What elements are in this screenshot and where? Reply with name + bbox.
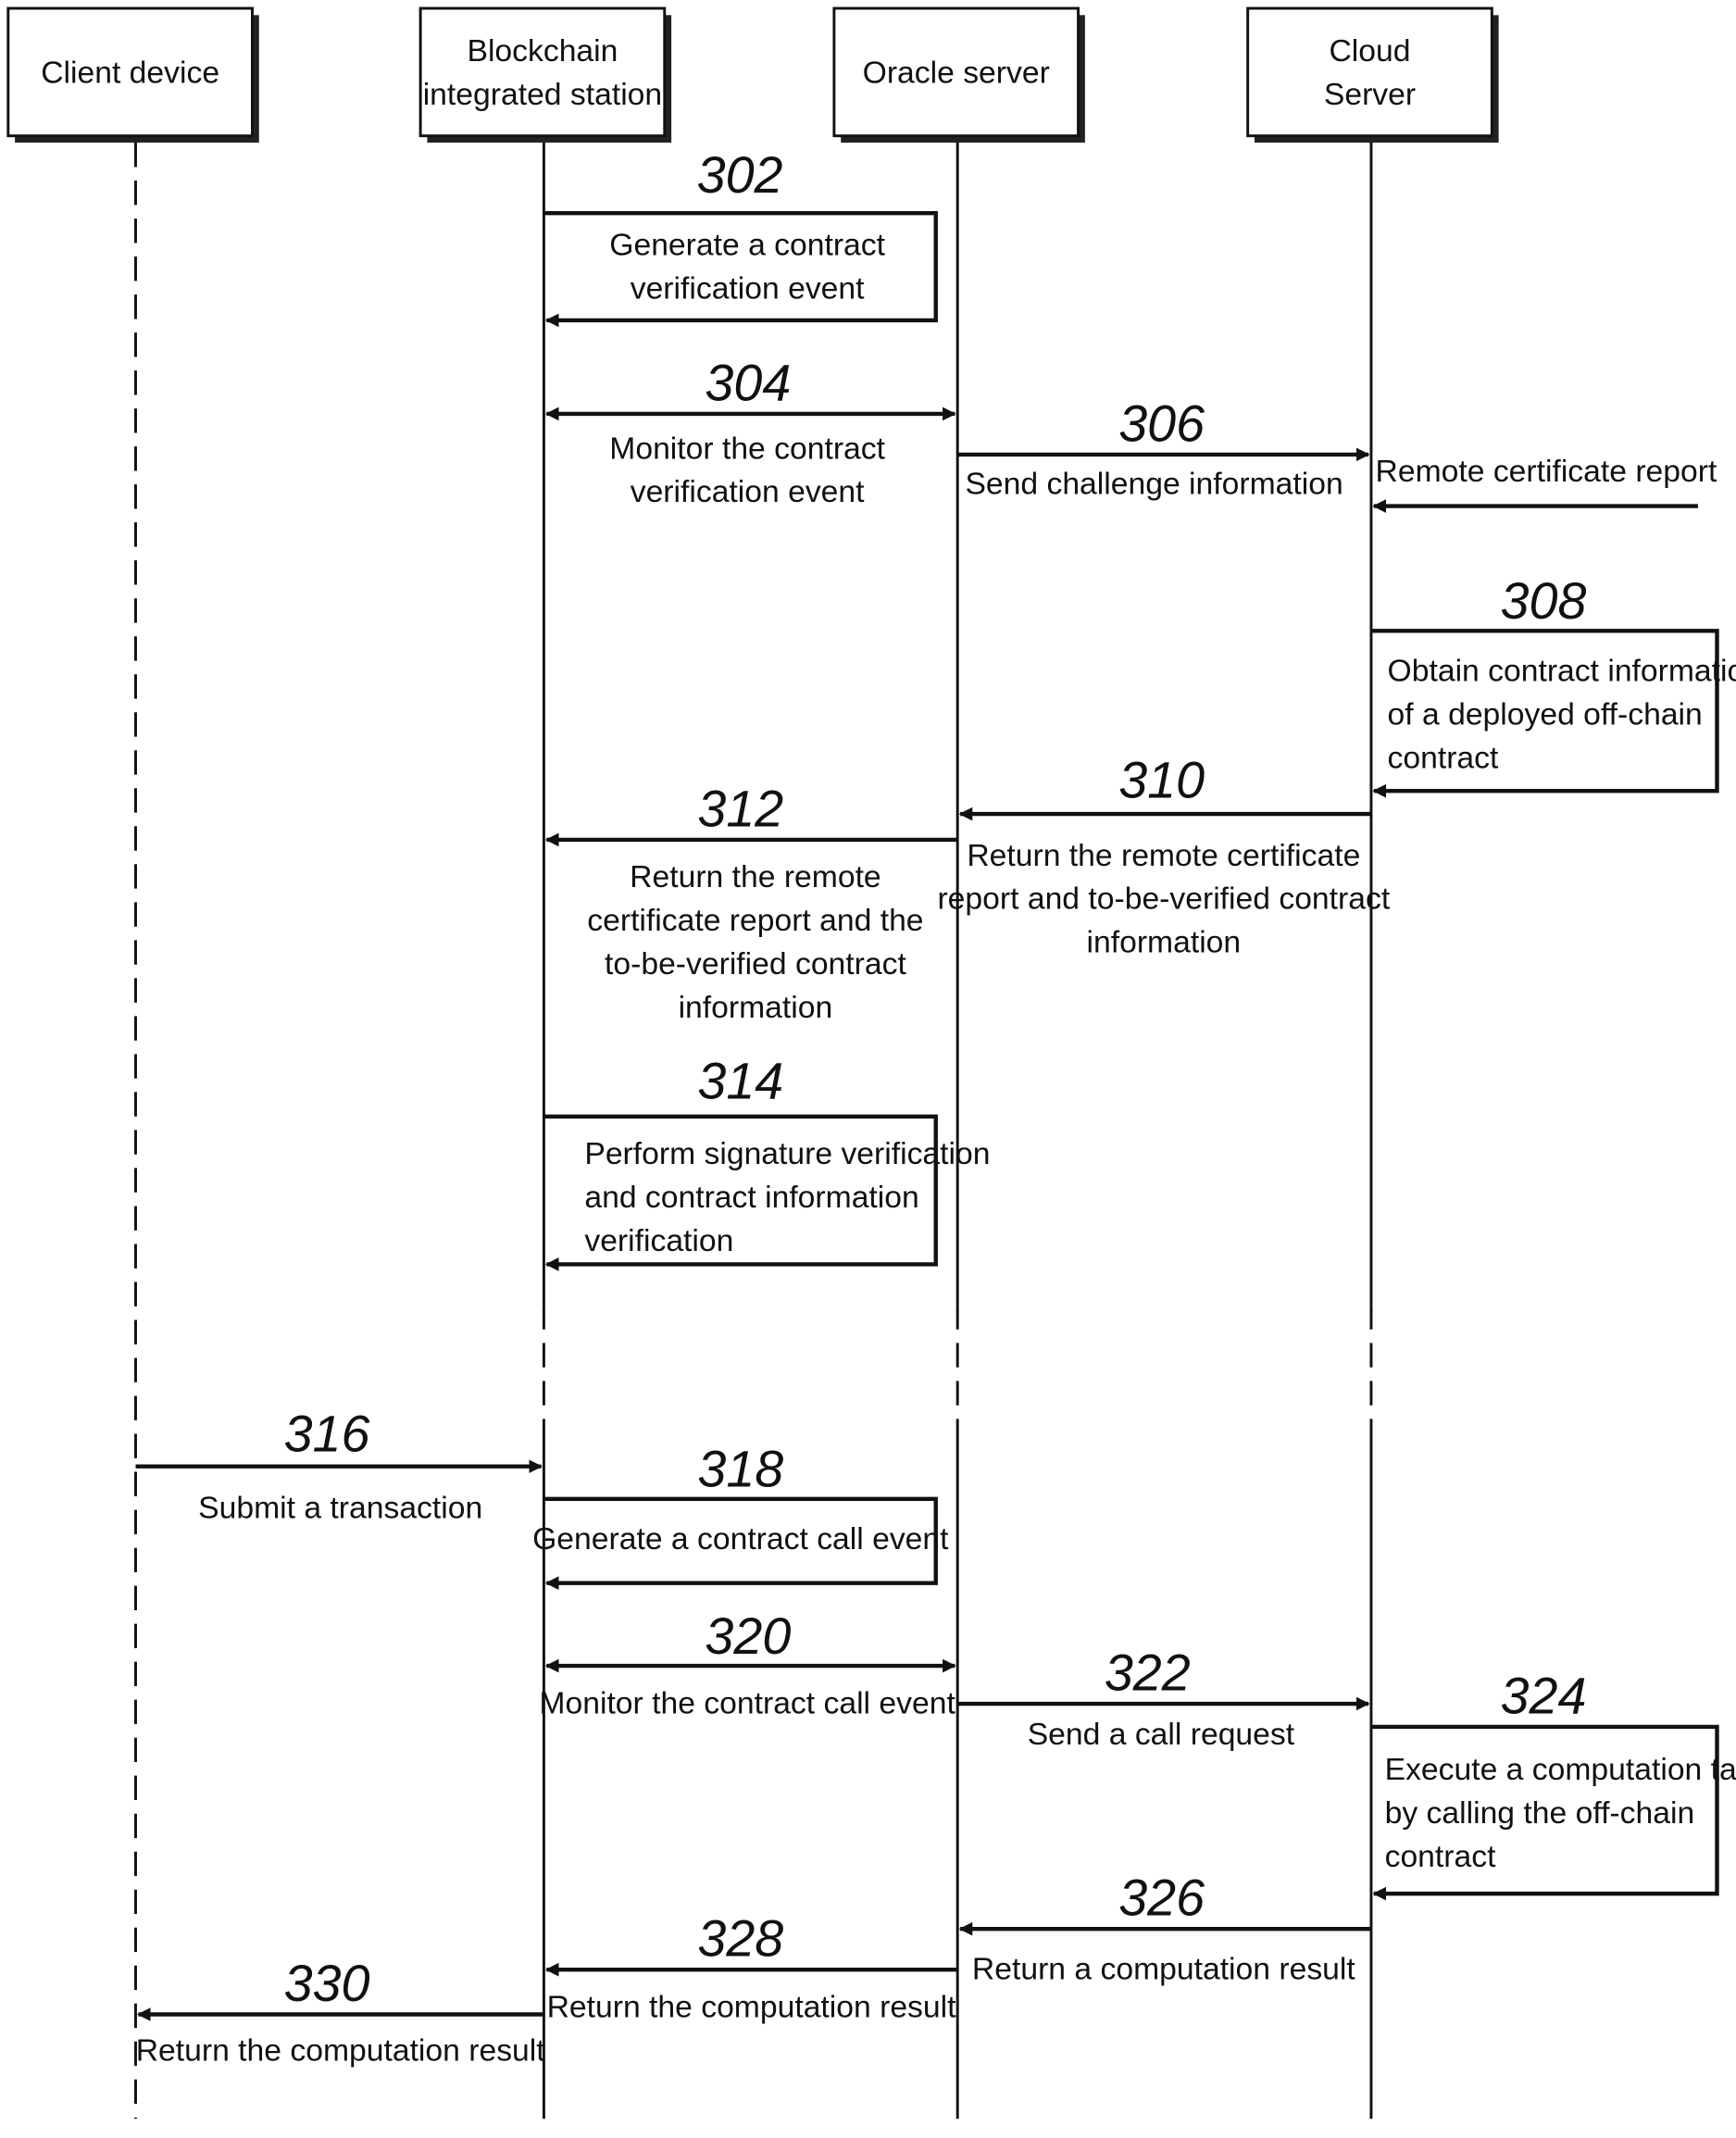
step-label-line: Send a call request xyxy=(1028,1718,1295,1752)
step-label-line: Generate a contract call event xyxy=(532,1522,949,1557)
step-external-input: Remote certificate report xyxy=(1372,455,1717,513)
step-number: 318 xyxy=(697,1441,783,1498)
participant-label: Client device xyxy=(41,56,219,91)
step-label: Monitor the contract call event xyxy=(539,1686,955,1720)
step-number: 326 xyxy=(1118,1869,1205,1927)
step-312: 312 Return the remote certificate report a… xyxy=(544,780,958,1025)
step-label: Return a computation result xyxy=(972,1952,1355,1986)
step-label: Return the remote certificate report and … xyxy=(587,860,923,1025)
step-label: Execute a computation task by calling the… xyxy=(1385,1753,1736,1874)
step-318: 318 Generate a contract call event xyxy=(532,1441,949,1590)
step-label: Send a call request xyxy=(1028,1718,1295,1752)
step-label-line: verification event xyxy=(631,271,865,306)
step-label: Send challenge information xyxy=(965,467,1343,501)
step-number: 308 xyxy=(1501,572,1587,630)
step-label-line: Return the computation result xyxy=(136,2033,546,2068)
participant-label-line: Client device xyxy=(41,56,219,91)
step-label: Generate a contract verification event xyxy=(609,229,885,306)
step-number: 328 xyxy=(697,1910,783,1968)
step-320: 320 Monitor the contract call event xyxy=(539,1607,956,1720)
step-label-line: verification event xyxy=(631,475,865,509)
step-label: Monitor the contract verification event xyxy=(609,431,885,509)
step-number: 316 xyxy=(284,1406,370,1463)
step-label-line: Obtain contract information xyxy=(1388,655,1736,689)
participant-label-line: Oracle server xyxy=(863,56,1050,91)
step-number: 310 xyxy=(1118,752,1205,809)
step-number: 324 xyxy=(1501,1667,1587,1724)
step-label-line: Monitor the contract call event xyxy=(539,1686,955,1720)
step-label: Perform signature verification and contra… xyxy=(584,1137,990,1258)
step-label-line: Remote certificate report xyxy=(1376,455,1717,489)
participant-box xyxy=(1246,6,1493,138)
participant-blockchain: Blockchain integrated station xyxy=(418,6,672,144)
step-326: 326 Return a computation result xyxy=(958,1869,1371,1986)
step-number: 304 xyxy=(705,354,791,411)
sequence-diagram: Client device Blockchain integrated statio… xyxy=(6,6,1736,2119)
step-label-line: Execute a computation task xyxy=(1385,1753,1736,1787)
step-306: 306 Send challenge information xyxy=(957,394,1370,501)
step-label-line: Send challenge information xyxy=(965,467,1343,501)
participant-label-line: Server xyxy=(1324,78,1416,112)
step-label: Return the computation result xyxy=(136,2033,546,2068)
step-label: Generate a contract call event xyxy=(532,1522,949,1557)
step-label-line: Submit a transaction xyxy=(198,1491,482,1525)
step-number: 320 xyxy=(705,1607,791,1665)
step-label: Submit a transaction xyxy=(198,1491,482,1525)
participant-cloud: Cloud Server xyxy=(1246,6,1499,144)
participant-label-line: integrated station xyxy=(423,78,662,112)
step-314: 314 Perform signature verification and con… xyxy=(543,1053,990,1271)
step-label-line: Return a computation result xyxy=(972,1952,1355,1986)
participant-label-line: Cloud xyxy=(1329,34,1410,69)
participant-label: Oracle server xyxy=(863,56,1050,91)
step-number: 312 xyxy=(697,780,783,837)
step-label-line: Return the remote certificate xyxy=(967,839,1360,873)
step-label-line: Return the computation result xyxy=(547,1990,957,2024)
step-label-line: to-be-verified contract xyxy=(605,947,906,981)
step-label-line: Return the remote xyxy=(630,860,881,894)
step-label-line: Generate a contract xyxy=(609,229,885,263)
step-label-line: information xyxy=(679,991,833,1025)
step-number: 322 xyxy=(1105,1644,1191,1701)
step-label-line: information xyxy=(1087,926,1242,960)
step-label: Remote certificate report xyxy=(1376,455,1717,489)
step-316: 316 Submit a transaction xyxy=(135,1406,543,1525)
step-label-line: contract xyxy=(1388,741,1499,775)
step-number: 302 xyxy=(697,146,783,204)
participant-client: Client device xyxy=(6,6,259,144)
participant-label-line: Blockchain xyxy=(467,34,618,69)
step-number: 314 xyxy=(697,1053,783,1110)
step-label: Return the remote certificate report and … xyxy=(937,839,1390,960)
step-324: 324 Execute a computation task by calling … xyxy=(1370,1667,1736,1901)
step-label-line: Perform signature verification xyxy=(584,1137,990,1171)
step-label-line: by calling the off-chain xyxy=(1385,1796,1695,1831)
participant-oracle: Oracle server xyxy=(832,6,1085,144)
step-310: 310 Return the remote certificate report a… xyxy=(937,752,1390,960)
step-328: 328 Return the computation result xyxy=(544,1910,958,2024)
step-label-line: contract xyxy=(1385,1840,1496,1874)
step-label-line: certificate report and the xyxy=(587,904,923,938)
step-322: 322 Send a call request xyxy=(957,1644,1370,1752)
step-label-line: of a deployed off-chain xyxy=(1388,697,1703,731)
step-308: 308 Obtain contract information of a deplo… xyxy=(1370,572,1736,798)
step-number: 330 xyxy=(284,1955,370,2012)
step-label-line: Monitor the contract xyxy=(609,431,885,466)
step-302: 302 Generate a contract verification event xyxy=(543,146,938,328)
step-label-line: and contract information xyxy=(584,1181,918,1215)
step-label-line: verification xyxy=(584,1224,733,1258)
step-label: Return the computation result xyxy=(547,1990,957,2024)
step-330: 330 Return the computation result xyxy=(136,1955,546,2068)
step-label: Obtain contract information of a deployed… xyxy=(1388,655,1736,776)
participant-box xyxy=(418,6,667,138)
step-label-line: report and to-be-verified contract xyxy=(937,882,1390,917)
step-number: 306 xyxy=(1118,394,1205,452)
step-304: 304 Monitor the contract verification even… xyxy=(544,354,956,509)
